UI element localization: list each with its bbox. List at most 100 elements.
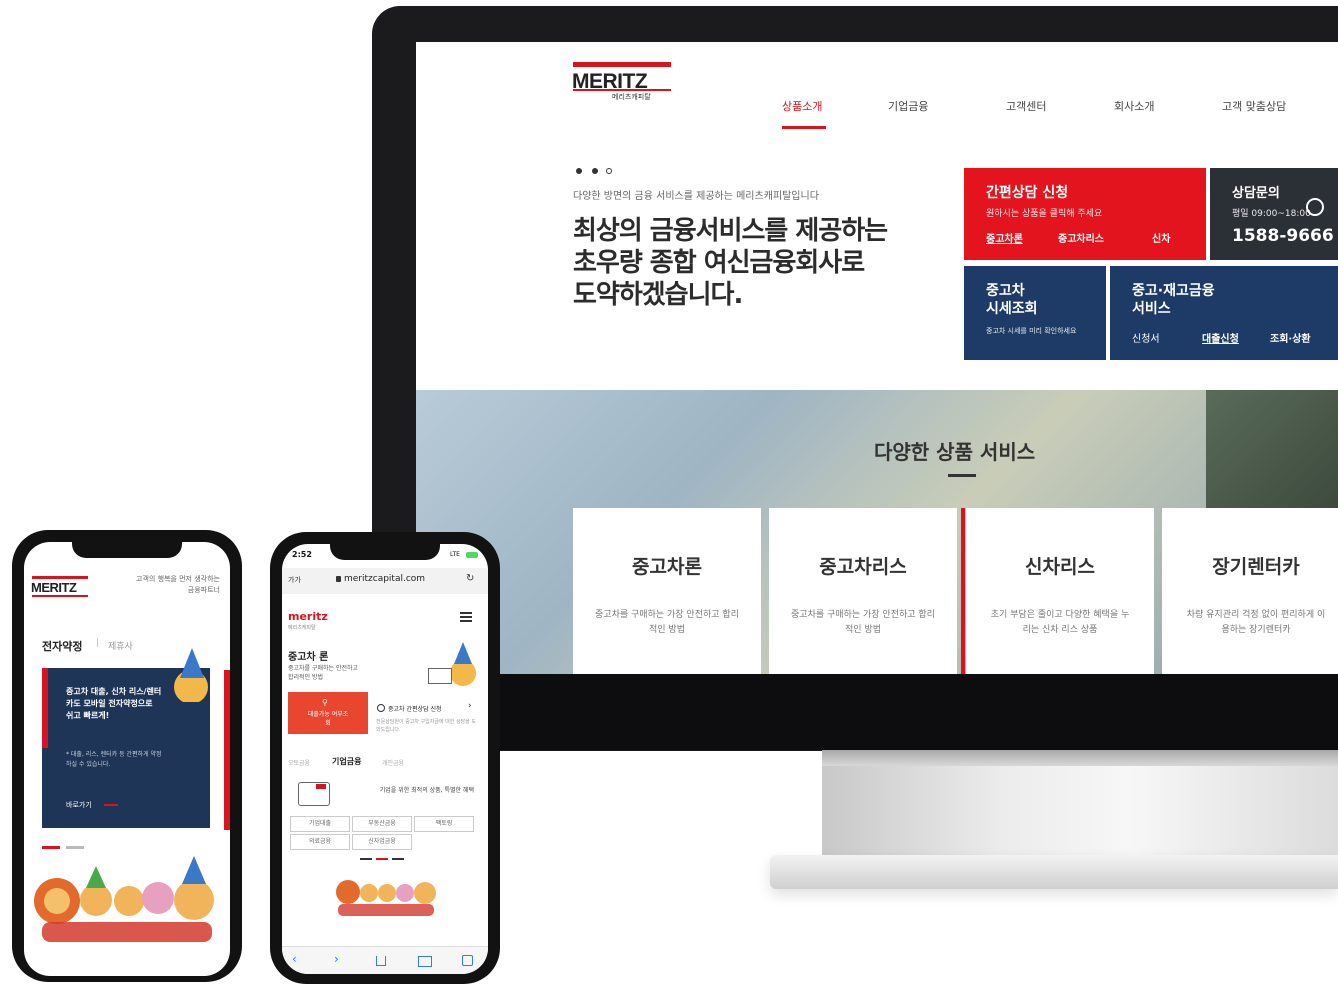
- tab-e-contract[interactable]: 전자약정: [42, 638, 82, 654]
- back-icon[interactable]: ‹: [292, 952, 297, 966]
- nav-consult[interactable]: 고객 맞춤상담: [1222, 98, 1286, 114]
- url-text[interactable]: meritzcapital.com: [344, 574, 425, 584]
- tile-title: 중고·재고금융: [1132, 283, 1215, 299]
- pager-dot-active[interactable]: [42, 846, 60, 849]
- phone1-logo[interactable]: MERITZ: [31, 580, 77, 595]
- mascot-green: [80, 884, 112, 916]
- card-desc: 중고차를 구매하는 가장 안전하고 합리적인 방법: [595, 610, 739, 635]
- chip-real-estate[interactable]: 부동산금융: [352, 816, 412, 832]
- phone2-logo[interactable]: meritz: [288, 610, 328, 623]
- e-contract-card-desc: * 대출, 리스, 렌터카 등 간편하게 약정하실 수 있습니다.: [66, 751, 162, 768]
- consult-link-used-loan[interactable]: 중고차론: [986, 230, 1023, 245]
- mascot-hair: [180, 648, 204, 678]
- service-card-used-loan[interactable]: 중고차론 중고차를 구매하는 가장 안전하고 합리적인 방법: [573, 508, 761, 674]
- services-title: 다양한 상품 서비스: [874, 440, 1036, 464]
- quick-consult-tile[interactable]: 간편상담 신청 원하시는 상품을 클릭해 주세요 중고차론 중고차리스 신차: [964, 168, 1206, 260]
- phone-number[interactable]: 1588-9666: [1232, 226, 1334, 246]
- consult-desc: 전문상담원이 중고차 구입자금에 대한 상담을 도와드립니다.: [376, 719, 476, 733]
- tile-title: 중고차: [986, 283, 1025, 299]
- chat-bubble-icon: [316, 784, 326, 789]
- mascot-pink: [142, 882, 174, 914]
- text-size-button[interactable]: 가가: [288, 575, 301, 585]
- hamburger-menu-icon[interactable]: [460, 612, 472, 614]
- tile-title: 서비스: [1132, 301, 1171, 317]
- lock-icon: [336, 576, 341, 582]
- tile-subtitle: 중고차 시세를 미리 확인하세요: [986, 327, 1077, 335]
- card-desc: 차량 유지관리 걱정 없이 편리하게 이용하는 장기렌터카: [1186, 610, 1326, 635]
- card-title: 장기렌터카: [1212, 556, 1300, 578]
- nav-product[interactable]: 상품소개: [782, 98, 822, 114]
- tile-subtitle: 원하시는 상품을 클릭해 주세요: [986, 209, 1103, 219]
- chip-new-business[interactable]: 신자업금융: [352, 834, 412, 850]
- consult-link-used-lease[interactable]: 중고차리스: [1058, 230, 1104, 245]
- title-divider: [948, 474, 976, 477]
- mascot-lion-face: [44, 888, 70, 914]
- card-accent: [42, 668, 48, 748]
- stock-link-apply[interactable]: 신청서: [1132, 330, 1160, 345]
- arrow-right-icon: [104, 804, 118, 806]
- chip-corp-loan[interactable]: 기업대출: [290, 816, 350, 832]
- market-price-tile[interactable]: 중고차 시세조회 중고차 시세를 미리 확인하세요: [964, 266, 1106, 360]
- slide-pause-icon[interactable]: [576, 168, 582, 174]
- mascot-bodies: [42, 922, 212, 942]
- phone-left-screen: MERITZ 고객의 행복을 먼저 생각하는 금융파트너 전자약정 | 제휴사 …: [24, 542, 230, 976]
- stock-link-loan[interactable]: 대출신청: [1202, 330, 1239, 345]
- card-accent-right: [224, 670, 230, 830]
- share-icon[interactable]: [376, 956, 386, 966]
- mascot-yellow: [378, 884, 396, 902]
- desktop-screen: MERITZ 메리츠캐피탈 상품소개 기업금융 고객센터 회사소개 고객 맞춤상…: [416, 42, 1338, 674]
- reload-icon[interactable]: ↻: [466, 573, 474, 584]
- pager-dot[interactable]: [360, 858, 372, 860]
- card-title: 중고차리스: [819, 556, 907, 578]
- service-card-new-lease[interactable]: 신차리스 초기 부담은 줄이고 다양한 혜택을 누리는 신차 리스 상품: [966, 508, 1154, 674]
- headset-icon: [377, 704, 385, 712]
- chip-medical[interactable]: 의료금융: [290, 834, 350, 850]
- slide-dot[interactable]: [606, 168, 612, 174]
- nav-corporate[interactable]: 기업금융: [888, 98, 928, 114]
- consult-link[interactable]: 중고차 간편상담 신청: [388, 704, 442, 713]
- service-card-rentcar[interactable]: 장기렌터카 차량 유지관리 걱정 없이 편리하게 이용하는 장기렌터카: [1162, 508, 1338, 674]
- mascot-suit: [178, 702, 204, 726]
- slide-dot-active[interactable]: [592, 168, 598, 174]
- phone-notch: [330, 544, 440, 560]
- search-icon: ⚲: [322, 698, 328, 707]
- card-desc: 중고차를 구매하는 가장 안전하고 합리적인 방법: [791, 610, 935, 635]
- bookmarks-icon[interactable]: [418, 956, 432, 967]
- chip-factoring[interactable]: 팩토링: [414, 816, 474, 832]
- tile-subtitle: 평일 09:00~18:00: [1232, 209, 1311, 219]
- stock-link-inquiry[interactable]: 조회·상환: [1270, 330, 1311, 345]
- nav-customer[interactable]: 고객센터: [1006, 98, 1046, 114]
- mascot-hair: [454, 642, 472, 664]
- tabs-icon[interactable]: [462, 955, 473, 966]
- tab-personal[interactable]: 개인금융: [382, 758, 404, 767]
- pager-dot[interactable]: [66, 846, 84, 849]
- phone-right-screen: 2:52 LTE 가가 meritzcapital.com ↻ meritz 메…: [282, 544, 488, 974]
- e-contract-card-link[interactable]: 바로가기: [66, 800, 92, 810]
- nav-company[interactable]: 회사소개: [1114, 98, 1154, 114]
- card-desc: 초기 부담은 줄이고 다양한 혜택을 누리는 신차 리스 상품: [990, 610, 1130, 635]
- tab-corporate[interactable]: 기업금융: [332, 756, 361, 767]
- pager-dot[interactable]: [392, 858, 404, 860]
- card-accent: [961, 508, 965, 674]
- status-signal: LTE: [450, 551, 460, 558]
- nav-active-indicator: [782, 126, 826, 129]
- mascot-green-hair: [86, 866, 106, 888]
- monitor-stand-neck: [822, 750, 1338, 860]
- chevron-right-icon[interactable]: ›: [468, 701, 472, 711]
- service-card-used-lease[interactable]: 중고차리스 중고차를 구매하는 가장 안전하고 합리적인 방법: [769, 508, 957, 674]
- stock-finance-tile[interactable]: 중고·재고금융 서비스 신청서 대출신청 조회·상환: [1110, 266, 1338, 360]
- tab-partner[interactable]: 제휴사: [108, 639, 133, 652]
- monitor-chin: [416, 674, 1338, 750]
- monitor-stand-base: [770, 855, 1338, 889]
- mascot-blue: [414, 882, 436, 904]
- forward-icon[interactable]: ›: [334, 952, 339, 966]
- tab-auto[interactable]: 오토금융: [288, 758, 310, 767]
- phone-inquiry-tile[interactable]: 상담문의 평일 09:00~18:00 1588-9666: [1210, 168, 1338, 260]
- consult-link-new-car[interactable]: 신차: [1152, 230, 1170, 245]
- mascot-yellow: [114, 886, 144, 916]
- hero-subtitle: 다양한 방면의 금융 서비스를 제공하는 메리츠캐피탈입니다: [573, 191, 819, 202]
- mascot-sign: [428, 668, 452, 684]
- headset-icon: [1306, 198, 1324, 216]
- status-time: 2:52: [292, 550, 312, 559]
- pager-dot-active[interactable]: [376, 858, 388, 860]
